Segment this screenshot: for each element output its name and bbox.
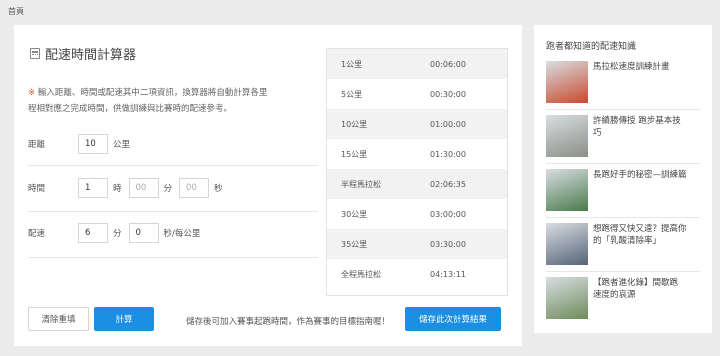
- article-title-line[interactable]: 許績勝傳授 跑步基本技: [593, 115, 681, 127]
- calculator-title-text: 配速時間計算器: [45, 48, 137, 63]
- article-divider: [546, 163, 700, 164]
- article-title[interactable]: 馬拉松速度訓練計畫: [593, 61, 670, 73]
- table-row: 全程馬拉松 04:13:11: [327, 259, 507, 289]
- save-hint: 儲存後可加入賽事起跑時間，作為賽事的目標指南喔！: [186, 317, 391, 327]
- time-seconds-input[interactable]: [179, 178, 210, 198]
- calculator-title: 配速時間計算器: [30, 44, 136, 63]
- article-divider: [546, 217, 700, 218]
- result-distance: 5公里: [341, 89, 363, 99]
- article-item[interactable]: 想跑得又快又遠？提高你 的「乳酸清除率」: [546, 223, 700, 267]
- result-distance: 30公里: [341, 209, 368, 219]
- article-thumbnail[interactable]: [546, 223, 588, 265]
- clear-button[interactable]: 清除重填: [28, 307, 89, 331]
- article-title-line[interactable]: 想跑得又快又遠？提高你: [593, 223, 687, 235]
- article-item[interactable]: 【跑者進化錄】間歇跑 速度的哀源: [546, 277, 700, 321]
- article-divider: [546, 109, 700, 110]
- article-thumbnail[interactable]: [546, 169, 588, 211]
- table-row: 35公里 03:30:00: [327, 229, 507, 259]
- article-thumbnail[interactable]: [546, 115, 588, 157]
- article-title[interactable]: 長跑好手的秘密—訓練篇: [593, 169, 687, 181]
- result-time: 01:30:00: [430, 149, 466, 159]
- hours-unit: 時: [113, 184, 122, 194]
- pace-label: 配速: [28, 229, 46, 239]
- result-time: 04:13:11: [430, 269, 466, 279]
- article-thumbnail[interactable]: [546, 61, 588, 103]
- article-divider: [546, 271, 700, 272]
- result-distance: 15公里: [341, 149, 368, 159]
- pace-seconds-input[interactable]: [128, 223, 159, 243]
- article-title-line[interactable]: 速度的哀源: [593, 289, 678, 301]
- calculator-card: 配速時間計算器 ※ 輸入距離、時間或配速其中二項資訊，換算器將自動計算各里 程相…: [14, 25, 522, 346]
- pace-minutes-unit: 分: [113, 229, 122, 239]
- time-minutes-input[interactable]: [128, 178, 159, 198]
- minutes-unit: 分: [163, 184, 173, 194]
- distance-row: 距離 公里: [28, 129, 318, 159]
- distance-unit: 公里: [113, 140, 131, 150]
- result-time: 03:30:00: [430, 239, 466, 249]
- distance-input[interactable]: [78, 134, 108, 154]
- table-row: 30公里 03:00:00: [327, 199, 507, 229]
- result-time: 00:30:00: [430, 89, 466, 99]
- result-distance: 10公里: [341, 119, 368, 129]
- results-table: 1公里 00:06:00 5公里 00:30:00 10公里 01:00:00 15公…: [326, 48, 508, 296]
- result-time: 03:00:00: [430, 209, 466, 219]
- table-row: 1公里 00:06:00: [327, 49, 507, 79]
- article-title-line[interactable]: 【跑者進化錄】間歇跑: [593, 277, 678, 289]
- distance-label: 距離: [28, 140, 46, 150]
- time-row: 時間 時 分 秒: [28, 173, 318, 203]
- pace-row: 配速 分 秒/每公里: [28, 218, 318, 248]
- table-row: 15公里 01:30:00: [327, 139, 507, 169]
- result-distance: 半程馬拉松: [341, 179, 381, 189]
- time-hours-input[interactable]: [78, 178, 108, 198]
- note-line-1: 輸入距離、時間或配速其中二項資訊，換算器將自動計算各里: [37, 88, 268, 98]
- instruction-note: ※ 輸入距離、時間或配速其中二項資訊，換算器將自動計算各里 程相對應之完成時間，…: [28, 85, 318, 117]
- breadcrumb[interactable]: 首頁: [8, 6, 24, 17]
- result-distance: 1公里: [341, 59, 363, 69]
- article-item[interactable]: 長跑好手的秘密—訓練篇: [546, 169, 700, 213]
- result-time: 02:06:35: [430, 179, 466, 189]
- article-item[interactable]: 馬拉松速度訓練計畫: [546, 61, 700, 105]
- article-title-line[interactable]: 巧: [593, 127, 681, 139]
- note-mark: ※: [28, 88, 36, 98]
- note-line-2: 程相對應之完成時間，供做訓練與比賽時的配速參考。: [28, 104, 233, 114]
- table-row: 半程馬拉松 02:06:35: [327, 169, 507, 199]
- calculator-icon: [30, 48, 40, 59]
- save-result-button[interactable]: 儲存此次計算結果: [405, 307, 501, 331]
- result-time: 00:06:00: [430, 59, 466, 69]
- article-thumbnail[interactable]: [546, 277, 588, 319]
- article-title-line[interactable]: 的「乳酸清除率」: [593, 235, 687, 247]
- calculate-button[interactable]: 計算: [94, 307, 154, 331]
- pace-seconds-unit: 秒/每公里: [163, 229, 201, 239]
- pace-minutes-input[interactable]: [78, 223, 108, 243]
- table-row: 10公里 01:00:00: [327, 109, 507, 139]
- time-label: 時間: [28, 184, 46, 194]
- row-divider: [28, 165, 318, 166]
- article-item[interactable]: 許績勝傳授 跑步基本技巧: [546, 115, 700, 159]
- row-divider: [28, 257, 318, 258]
- pace-knowledge-sidebar: 跑者都知道的配速知識 馬拉松速度訓練計畫 許績勝傳授 跑步基本技巧 長跑好手的秘…: [534, 25, 712, 333]
- result-time: 01:00:00: [430, 119, 466, 129]
- result-distance: 全程馬拉松: [341, 269, 381, 279]
- table-row: 5公里 00:30:00: [327, 79, 507, 109]
- seconds-unit: 秒: [214, 184, 223, 194]
- sidebar-title: 跑者都知道的配速知識: [546, 42, 637, 52]
- result-distance: 35公里: [341, 239, 368, 249]
- row-divider: [28, 211, 318, 212]
